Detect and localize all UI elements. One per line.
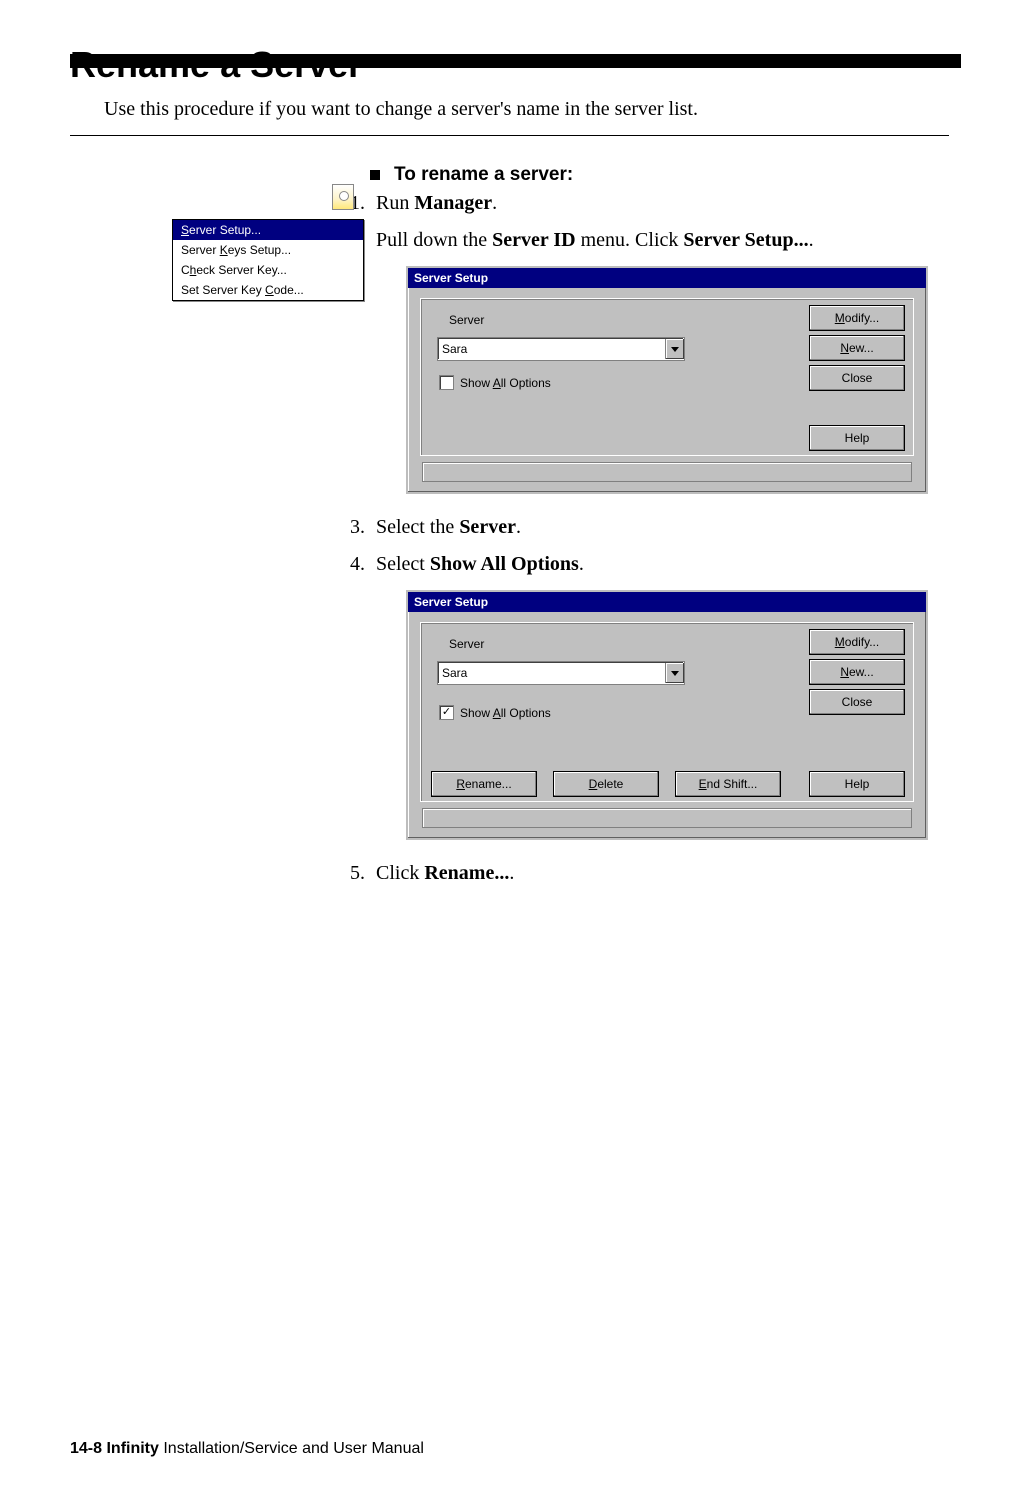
- status-bar: [422, 462, 912, 482]
- close-button[interactable]: Close: [809, 365, 905, 391]
- status-bar: [422, 808, 912, 828]
- server-combo[interactable]: Sara: [437, 337, 685, 361]
- close-button[interactable]: Close: [809, 689, 905, 715]
- header-bar: [70, 54, 961, 68]
- help-button[interactable]: Help: [809, 425, 905, 451]
- page-footer: 14-8 Infinity Installation/Service and U…: [70, 1440, 424, 1458]
- show-all-options-checkbox-checked[interactable]: ✓ Show All Options: [439, 705, 551, 720]
- dropdown-icon[interactable]: [665, 663, 684, 683]
- step-4: Select Show All Options. Server Setup Se…: [370, 553, 949, 840]
- step-1: Run Manager.: [370, 192, 949, 215]
- checkbox-checked-icon: ✓: [439, 705, 454, 720]
- note-icon: [332, 184, 354, 210]
- divider: [70, 135, 949, 136]
- checkbox-unchecked-icon: [439, 375, 454, 390]
- bullet-icon: [370, 170, 380, 180]
- modify-button[interactable]: Modify...: [809, 305, 905, 331]
- server-combo-value: Sara: [438, 666, 467, 680]
- menu-item-check-server-key[interactable]: Check Server Key...: [173, 260, 363, 280]
- step-3: Select the Server.: [370, 516, 949, 539]
- server-label: Server: [449, 313, 484, 327]
- server-combo-value: Sara: [438, 342, 467, 356]
- step-5: Click Rename....: [370, 862, 949, 885]
- delete-button[interactable]: Delete: [553, 771, 659, 797]
- server-setup-dialog-1: Server Setup Server Sara Show A: [406, 266, 928, 494]
- dialog-title: Server Setup: [408, 592, 926, 612]
- server-setup-dialog-2: Server Setup Server Sara ✓ Show: [406, 590, 928, 840]
- menu-item-server-keys-setup[interactable]: Server Keys Setup...: [173, 240, 363, 260]
- show-all-options-checkbox[interactable]: Show All Options: [439, 375, 551, 390]
- server-combo[interactable]: Sara: [437, 661, 685, 685]
- intro-text: Use this procedure if you want to change…: [104, 98, 949, 121]
- dropdown-icon[interactable]: [665, 339, 684, 359]
- steps-list: Run Manager. Pull down the Server ID men…: [370, 192, 949, 885]
- procedure-lead: To rename a server:: [394, 164, 573, 186]
- new-button[interactable]: New...: [809, 335, 905, 361]
- modify-button[interactable]: Modify...: [809, 629, 905, 655]
- server-label: Server: [449, 637, 484, 651]
- end-shift-button[interactable]: End Shift...: [675, 771, 781, 797]
- server-id-menu: Server Setup... Server Keys Setup... Che…: [172, 219, 364, 301]
- step-2: Pull down the Server ID menu. Click Serv…: [370, 229, 949, 494]
- menu-item-server-setup[interactable]: Server Setup...: [173, 220, 363, 240]
- dialog-title: Server Setup: [408, 268, 926, 288]
- help-button[interactable]: Help: [809, 771, 905, 797]
- new-button[interactable]: New...: [809, 659, 905, 685]
- rename-button[interactable]: Rename...: [431, 771, 537, 797]
- menu-item-set-server-key-code[interactable]: Set Server Key Code...: [173, 280, 363, 300]
